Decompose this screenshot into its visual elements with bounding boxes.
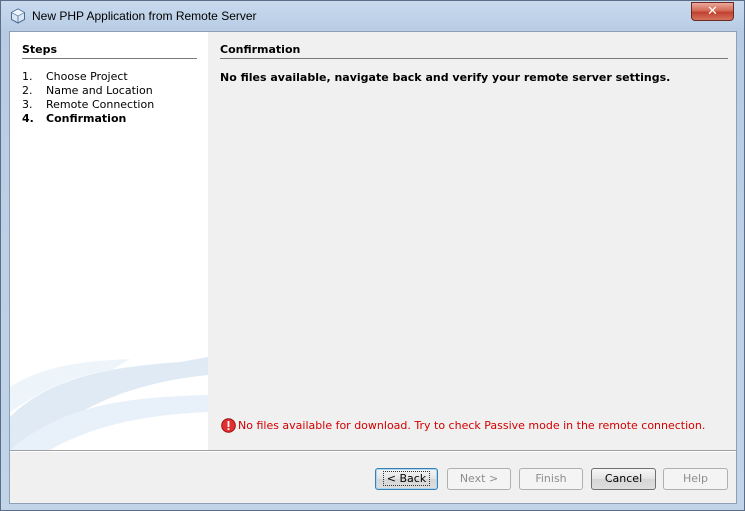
- status-message: No files available, navigate back and ve…: [220, 71, 671, 84]
- button-bar-separator: [10, 450, 736, 452]
- step-label: Confirmation: [46, 112, 127, 125]
- steps-heading: Steps: [22, 43, 197, 59]
- step-number: 4.: [22, 112, 34, 125]
- next-button[interactable]: Next >: [447, 468, 511, 490]
- step-number: 3.: [22, 98, 33, 111]
- content-header: Confirmation: [220, 43, 728, 59]
- back-button[interactable]: < Back: [375, 468, 438, 490]
- error-message-row: No files available for download. Try to …: [221, 418, 705, 433]
- finish-button[interactable]: Finish: [519, 468, 583, 490]
- step-number: 1.: [22, 70, 33, 83]
- cancel-button[interactable]: Cancel: [591, 468, 656, 490]
- step-label: Choose Project: [46, 70, 128, 83]
- step-item: 1. Choose Project: [22, 70, 154, 84]
- dialog-window: New PHP Application from Remote Server ✕…: [0, 0, 745, 511]
- steps-list: 1. Choose Project 2. Name and Location 3. Rem…: [22, 70, 154, 126]
- netbeans-app-icon: [10, 8, 26, 24]
- cancel-button-label: Cancel: [604, 472, 643, 485]
- help-button-label: Help: [682, 472, 709, 485]
- wizard-decoration-swoosh: [10, 357, 208, 450]
- help-button[interactable]: Help: [663, 468, 728, 490]
- next-button-label: Next >: [459, 472, 499, 485]
- wizard-client-area: Steps 1. Choose Project 2. Name and Locatio…: [9, 31, 737, 504]
- title-bar[interactable]: New PHP Application from Remote Server ✕: [1, 1, 744, 31]
- back-button-label: < Back: [382, 471, 431, 486]
- error-icon: [221, 418, 236, 433]
- close-window-button[interactable]: ✕: [691, 2, 734, 21]
- panel-title: Confirmation: [220, 43, 728, 59]
- step-item: 2. Name and Location: [22, 84, 154, 98]
- step-item: 3. Remote Connection: [22, 98, 154, 112]
- error-text: No files available for download. Try to …: [238, 419, 706, 432]
- step-item: 4. Confirmation: [22, 112, 154, 126]
- close-icon: ✕: [707, 4, 718, 19]
- step-label: Name and Location: [46, 84, 153, 97]
- step-number: 2.: [22, 84, 33, 97]
- step-label: Remote Connection: [46, 98, 155, 111]
- window-title: New PHP Application from Remote Server: [32, 9, 257, 23]
- finish-button-label: Finish: [535, 472, 567, 485]
- steps-panel: Steps 1. Choose Project 2. Name and Locatio…: [10, 32, 208, 450]
